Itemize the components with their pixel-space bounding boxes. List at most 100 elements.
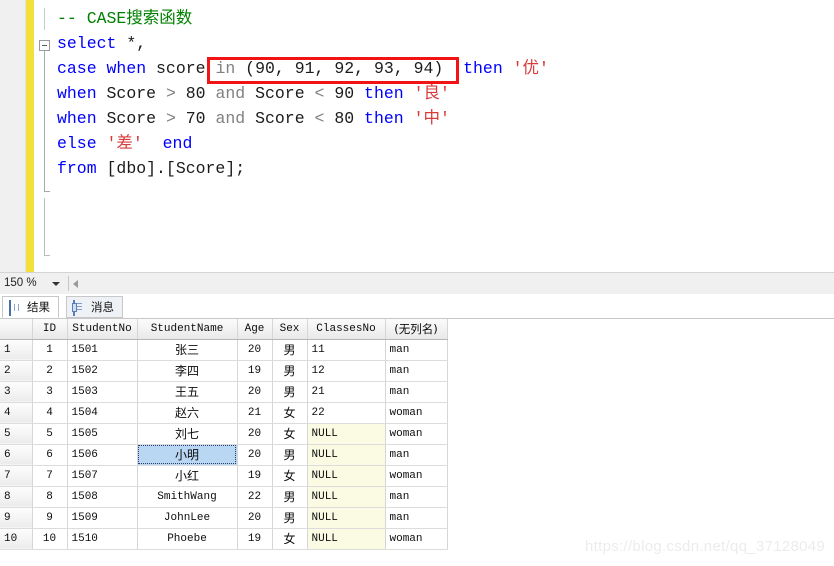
cell-studentno[interactable]: 1501	[67, 339, 138, 361]
table-row[interactable]: 6 6 1506 小明 20 男 NULL man	[0, 444, 448, 466]
cell-sex[interactable]: 女	[272, 465, 308, 487]
table-row[interactable]: 8 8 1508 SmithWang 22 男 NULL man	[0, 486, 448, 508]
cell-unnamed[interactable]: man	[385, 381, 448, 403]
collapse-outlining-toggle[interactable]	[39, 40, 50, 51]
cell-age[interactable]: 19	[237, 528, 273, 550]
row-number-cell[interactable]: 7	[0, 465, 33, 487]
column-header-unnamed[interactable]: (无列名)	[385, 319, 448, 340]
cell-sex[interactable]: 男	[272, 381, 308, 403]
cell-id[interactable]: 9	[32, 507, 68, 529]
cell-sex[interactable]: 男	[272, 360, 308, 382]
cell-studentname[interactable]: Phoebe	[137, 528, 238, 550]
table-row[interactable]: 3 3 1503 王五 20 男 21 man	[0, 381, 448, 403]
cell-studentno[interactable]: 1503	[67, 381, 138, 403]
cell-studentno[interactable]: 1504	[67, 402, 138, 424]
row-number-cell[interactable]: 1	[0, 339, 33, 361]
cell-age[interactable]: 20	[237, 444, 273, 466]
table-row[interactable]: 7 7 1507 小红 19 女 NULL woman	[0, 465, 448, 487]
cell-studentname[interactable]: 李四	[137, 360, 238, 382]
cell-studentname[interactable]: JohnLee	[137, 507, 238, 529]
cell-studentno[interactable]: 1505	[67, 423, 138, 445]
column-header-sex[interactable]: Sex	[272, 319, 308, 340]
sql-editor-pane[interactable]: -- CASE搜索函数 select *, case when score in (…	[0, 0, 834, 272]
cell-id[interactable]: 3	[32, 381, 68, 403]
cell-classesno[interactable]: NULL	[307, 465, 386, 487]
table-row[interactable]: 9 9 1509 JohnLee 20 男 NULL man	[0, 507, 448, 529]
column-header-studentname[interactable]: StudentName	[137, 319, 238, 340]
cell-unnamed[interactable]: man	[385, 507, 448, 529]
cell-studentno[interactable]: 1502	[67, 360, 138, 382]
cell-studentname[interactable]: SmithWang	[137, 486, 238, 508]
cell-id[interactable]: 10	[32, 528, 68, 550]
cell-classesno[interactable]: NULL	[307, 528, 386, 550]
cell-id[interactable]: 6	[32, 444, 68, 466]
results-grid[interactable]: ID StudentNo StudentName Age Sex Classes…	[0, 319, 834, 566]
cell-age[interactable]: 20	[237, 339, 273, 361]
column-header-age[interactable]: Age	[237, 319, 273, 340]
cell-studentno[interactable]: 1508	[67, 486, 138, 508]
cell-classesno[interactable]: 21	[307, 381, 386, 403]
column-header-classesno[interactable]: ClassesNo	[307, 319, 386, 340]
cell-age[interactable]: 19	[237, 360, 273, 382]
cell-studentname[interactable]: 小明	[137, 444, 238, 466]
tab-messages[interactable]: 消息	[66, 296, 123, 318]
table-row[interactable]: 2 2 1502 李四 19 男 12 man	[0, 360, 448, 382]
zoom-level-dropdown[interactable]: 150 %	[4, 275, 66, 292]
cell-unnamed[interactable]: woman	[385, 402, 448, 424]
cell-sex[interactable]: 女	[272, 402, 308, 424]
cell-classesno[interactable]: NULL	[307, 423, 386, 445]
cell-classesno[interactable]: 22	[307, 402, 386, 424]
cell-studentno[interactable]: 1509	[67, 507, 138, 529]
cell-unnamed[interactable]: woman	[385, 465, 448, 487]
cell-age[interactable]: 22	[237, 486, 273, 508]
column-header-id[interactable]: ID	[32, 319, 68, 340]
cell-unnamed[interactable]: man	[385, 486, 448, 508]
cell-unnamed[interactable]: man	[385, 360, 448, 382]
cell-age[interactable]: 20	[237, 423, 273, 445]
table-row[interactable]: 4 4 1504 赵六 21 女 22 woman	[0, 402, 448, 424]
results-table[interactable]: ID StudentNo StudentName Age Sex Classes…	[0, 319, 448, 550]
cell-classesno[interactable]: 11	[307, 339, 386, 361]
cell-studentname[interactable]: 张三	[137, 339, 238, 361]
cell-studentname[interactable]: 小红	[137, 465, 238, 487]
row-number-cell[interactable]: 4	[0, 402, 33, 424]
cell-studentname[interactable]: 赵六	[137, 402, 238, 424]
results-tab-bar[interactable]: 结果 消息	[0, 294, 834, 319]
cell-sex[interactable]: 男	[272, 507, 308, 529]
cell-unnamed[interactable]: woman	[385, 528, 448, 550]
cell-sex[interactable]: 男	[272, 339, 308, 361]
row-number-cell[interactable]: 8	[0, 486, 33, 508]
row-number-cell[interactable]: 9	[0, 507, 33, 529]
cell-age[interactable]: 20	[237, 381, 273, 403]
row-number-header[interactable]	[0, 319, 33, 340]
cell-age[interactable]: 19	[237, 465, 273, 487]
cell-unnamed[interactable]: man	[385, 339, 448, 361]
cell-studentno[interactable]: 1510	[67, 528, 138, 550]
cell-studentno[interactable]: 1506	[67, 444, 138, 466]
table-row[interactable]: 10 10 1510 Phoebe 19 女 NULL woman	[0, 528, 448, 550]
cell-sex[interactable]: 男	[272, 486, 308, 508]
cell-classesno[interactable]: NULL	[307, 486, 386, 508]
row-number-cell[interactable]: 2	[0, 360, 33, 382]
cell-id[interactable]: 1	[32, 339, 68, 361]
cell-id[interactable]: 5	[32, 423, 68, 445]
sql-code-text[interactable]: -- CASE搜索函数 select *, case when score in (…	[57, 6, 549, 181]
row-number-cell[interactable]: 3	[0, 381, 33, 403]
cell-studentname[interactable]: 刘七	[137, 423, 238, 445]
cell-id[interactable]: 7	[32, 465, 68, 487]
cell-id[interactable]: 4	[32, 402, 68, 424]
row-number-cell[interactable]: 10	[0, 528, 33, 550]
cell-sex[interactable]: 女	[272, 423, 308, 445]
row-number-cell[interactable]: 5	[0, 423, 33, 445]
cell-classesno[interactable]: NULL	[307, 444, 386, 466]
cell-id[interactable]: 2	[32, 360, 68, 382]
column-header-studentno[interactable]: StudentNo	[67, 319, 138, 340]
cell-studentname[interactable]: 王五	[137, 381, 238, 403]
cell-age[interactable]: 20	[237, 507, 273, 529]
table-row[interactable]: 5 5 1505 刘七 20 女 NULL woman	[0, 423, 448, 445]
cell-unnamed[interactable]: woman	[385, 423, 448, 445]
cell-sex[interactable]: 男	[272, 444, 308, 466]
row-number-cell[interactable]: 6	[0, 444, 33, 466]
cell-classesno[interactable]: 12	[307, 360, 386, 382]
cell-sex[interactable]: 女	[272, 528, 308, 550]
